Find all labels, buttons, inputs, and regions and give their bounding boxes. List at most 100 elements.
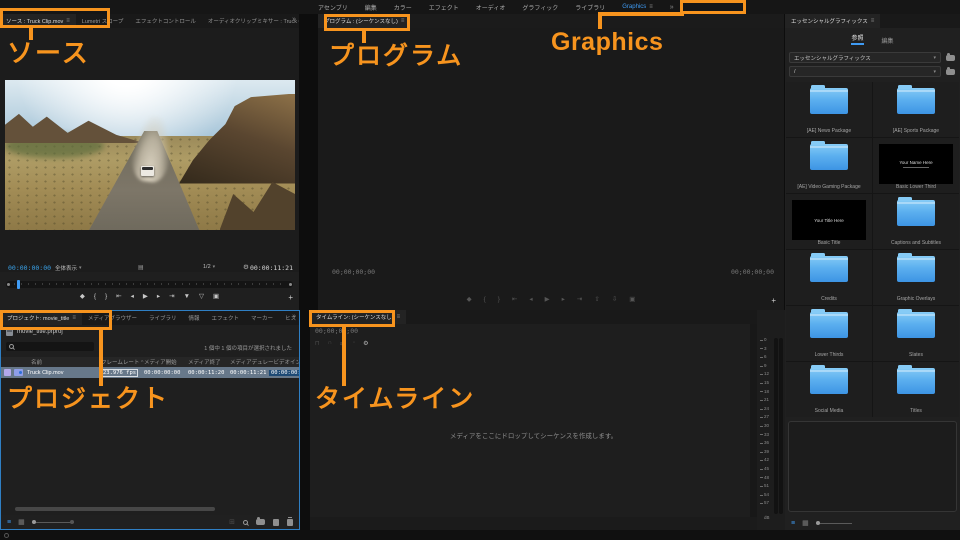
column-header-video-in[interactable]: ビデオイン (274, 358, 299, 366)
browse-folder-icon[interactable] (945, 66, 956, 77)
add-marker-button[interactable]: ◆ (467, 296, 472, 304)
tab-effects[interactable]: エフェクト (206, 311, 246, 325)
program-current-timecode[interactable]: 00;00;00;00 (332, 268, 375, 276)
tab-info[interactable]: 情報 (183, 311, 206, 325)
workspace-tab-graphics[interactable]: Graphics ≡ (622, 4, 653, 10)
extract-button[interactable]: ⇩ (612, 296, 617, 304)
mark-out-button[interactable]: } (105, 293, 107, 301)
eg-item-social-media[interactable]: Social Media (786, 362, 872, 417)
source-zoom-select[interactable]: 全体表示 ▾ (55, 264, 82, 272)
source-resolution-select[interactable]: 1/2 ▾ (203, 264, 215, 270)
workspace-tab-libraries[interactable]: ライブラリ (575, 3, 605, 12)
go-to-in-button[interactable]: ⇤ (512, 296, 517, 304)
timeline-settings-wrench-icon[interactable]: ⚙ (363, 340, 368, 347)
step-back-button[interactable]: ◂ (131, 293, 134, 301)
clip-select-checkbox[interactable] (4, 369, 11, 376)
eg-item-ae-news-package[interactable]: [AE] News Package (786, 82, 872, 137)
column-header-media-duration[interactable]: メディアデュレー (230, 358, 274, 366)
go-to-out-button[interactable]: ⇥ (169, 293, 174, 301)
source-current-timecode[interactable]: 00:00:00:00 (8, 264, 51, 272)
workspace-tab-editing[interactable]: 編集 (365, 3, 377, 12)
search-input[interactable] (6, 342, 94, 351)
audio-meters-panel[interactable]: 0 3 6 9 12 15 18 21 24 27 30 33 36 39 42 45 48 51 54 57 dB (757, 310, 785, 530)
go-to-out-button[interactable]: ⇥ (577, 296, 582, 304)
zoom-slider-knob[interactable] (31, 519, 36, 524)
eg-item-ae-sports-package[interactable]: [AE] Sports Package (873, 82, 959, 137)
tab-essential-graphics[interactable]: エッセンシャルグラフィックス ≡ (785, 14, 881, 28)
sync-library-folder-icon[interactable] (945, 52, 956, 63)
tab-history[interactable]: ヒス (279, 311, 299, 325)
tab-edit[interactable]: 編集 (882, 36, 894, 45)
eg-item-titles[interactable]: Titles (873, 362, 959, 417)
table-row[interactable]: Truck Clip.mov 23.976 fps 00:00:00:00 00… (1, 367, 299, 378)
workspace-menu-icon[interactable]: ≡ (649, 4, 653, 10)
timeline-current-timecode[interactable]: 00;00;00;00 (315, 327, 358, 335)
play-button[interactable]: ▶ (545, 296, 550, 304)
eg-item-basic-lower-third[interactable]: Your Name Here Basic Lower Third (873, 138, 959, 193)
thumbnail-zoom-slider[interactable] (815, 520, 852, 525)
panel-menu-icon[interactable]: ≡ (397, 314, 401, 320)
play-button[interactable]: ▶ (143, 293, 148, 301)
tab-audio-clip-mixer[interactable]: オーディオクリップミキサー : Truck Clip.m (202, 14, 299, 28)
source-scrubber[interactable] (6, 280, 293, 289)
workspace-overflow-button[interactable]: » (670, 4, 674, 11)
snap-icon[interactable]: ∩ (328, 340, 332, 347)
eg-item-ae-video-gaming-package[interactable]: [AE] Video Gaming Package (786, 138, 872, 193)
workspace-tab-color[interactable]: カラー (394, 3, 412, 12)
eg-item-credits[interactable]: Credits (786, 250, 872, 305)
new-bin-icon[interactable] (256, 517, 265, 525)
add-marker-button[interactable]: ◆ (80, 293, 85, 301)
captions-display-icon[interactable]: ▤ (138, 264, 144, 271)
export-frame-button[interactable]: ▣ (629, 296, 635, 304)
wrench-icon[interactable]: ⚙ (243, 263, 249, 271)
overwrite-button[interactable]: ▽ (199, 293, 204, 301)
go-to-in-button[interactable]: ⇤ (116, 293, 121, 301)
source-button-editor-button[interactable]: + (288, 293, 293, 302)
thumbnail-zoom-slider[interactable] (31, 519, 74, 524)
find-icon[interactable] (243, 519, 248, 525)
panel-menu-icon[interactable]: ≡ (871, 18, 875, 24)
source-playhead[interactable] (17, 280, 20, 289)
timeline-vertical-scrollbar[interactable] (750, 324, 757, 517)
mark-in-button[interactable]: { (484, 296, 486, 304)
icon-view-button[interactable]: ▦ (18, 519, 25, 526)
eg-path-select[interactable]: / ▾ (789, 66, 941, 77)
lift-button[interactable]: ⇧ (594, 296, 599, 304)
tab-effect-controls[interactable]: エフェクトコントロール (129, 14, 202, 28)
tab-libraries[interactable]: ライブラリ (143, 311, 183, 325)
eg-library-select[interactable]: エッセンシャルグラフィックス ▾ (789, 52, 941, 63)
project-horizontal-scrollbar[interactable] (15, 507, 215, 511)
zoom-slider-knob[interactable] (815, 520, 820, 525)
workspace-tab-effects[interactable]: エフェクト (429, 3, 459, 12)
zoom-handle-left[interactable] (7, 283, 10, 286)
eg-item-graphic-overlays[interactable]: Graphic Overlays (873, 250, 959, 305)
eg-item-captions-and-subtitles[interactable]: Captions and Subtitles (873, 194, 959, 249)
step-forward-button[interactable]: ▸ (562, 296, 565, 304)
add-marker-icon[interactable]: ◦ (353, 340, 355, 347)
project-tabs-overflow-button[interactable]: » (292, 313, 296, 320)
program-button-editor-button[interactable]: + (771, 296, 776, 305)
list-view-button[interactable]: ≡ (7, 519, 11, 526)
new-item-icon[interactable] (273, 518, 279, 526)
mark-out-button[interactable]: } (498, 296, 500, 304)
tab-markers[interactable]: マーカー (245, 311, 279, 325)
eg-item-lower-thirds[interactable]: Lower Thirds (786, 306, 872, 361)
zoom-handle-right[interactable] (289, 283, 292, 286)
source-video-preview[interactable] (5, 80, 295, 230)
column-header-media-end[interactable]: メディア終了 (188, 358, 230, 366)
eg-item-slates[interactable]: Slates (873, 306, 959, 361)
mark-in-button[interactable]: { (94, 293, 96, 301)
icon-view-button[interactable]: ▦ (802, 520, 809, 527)
list-view-button[interactable]: ≡ (791, 520, 795, 527)
workspace-tab-assembly[interactable]: アセンブリ (318, 3, 348, 12)
column-header-framerate[interactable]: フレームレート ^ (101, 358, 144, 366)
tab-browse[interactable]: 参照 (851, 33, 864, 45)
insert-button[interactable]: ▼ (184, 293, 190, 301)
column-header-media-start[interactable]: メディア開始 (144, 358, 188, 366)
eg-item-basic-title[interactable]: Your Title Here Basic Title (786, 194, 872, 249)
trash-icon[interactable] (287, 516, 293, 526)
step-back-button[interactable]: ◂ (529, 296, 532, 304)
step-forward-button[interactable]: ▸ (157, 293, 160, 301)
workspace-tab-audio[interactable]: オーディオ (476, 3, 506, 12)
export-frame-button[interactable]: ▣ (213, 293, 219, 301)
